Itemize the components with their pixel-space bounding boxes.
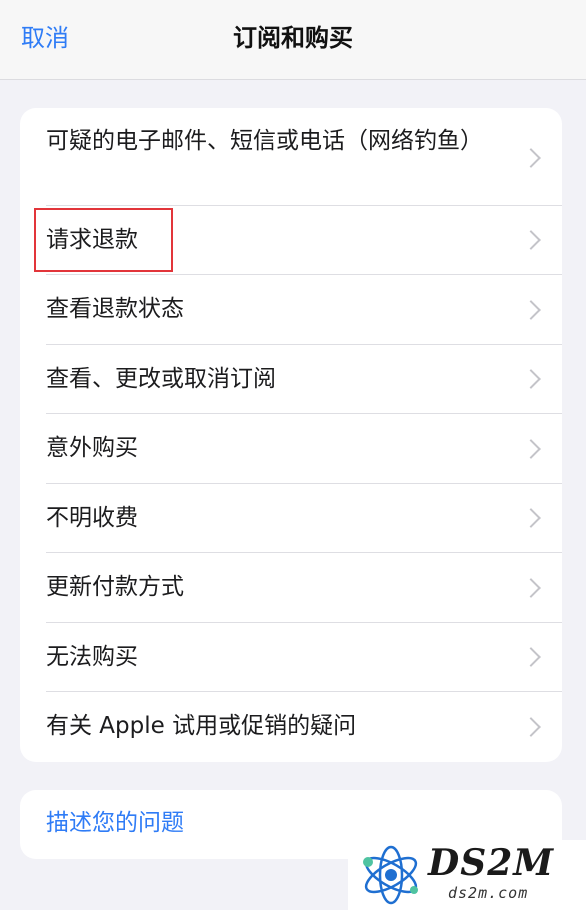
watermark-brand: DS2M xyxy=(428,842,555,884)
describe-issue-link[interactable]: 描述您的问题 xyxy=(46,807,184,840)
list-item-refund-status[interactable]: 查看退款状态 xyxy=(20,275,562,345)
list-item-label: 查看、更改或取消订阅 xyxy=(46,366,276,392)
list-item-update-payment[interactable]: 更新付款方式 xyxy=(20,553,562,623)
list-item-label: 不明收费 xyxy=(46,505,138,531)
chevron-right-icon xyxy=(521,148,541,168)
chevron-right-icon xyxy=(521,508,541,528)
list-item-trial-promo[interactable]: 有关 Apple 试用或促销的疑问 xyxy=(20,692,562,762)
list-item-accidental-purchase[interactable]: 意外购买 xyxy=(20,414,562,484)
chevron-right-icon xyxy=(521,230,541,250)
page-title: 订阅和购买 xyxy=(233,24,353,52)
chevron-right-icon xyxy=(521,439,541,459)
watermark: DS2M ds2m.com xyxy=(348,840,586,910)
chevron-right-icon xyxy=(521,300,541,320)
options-list: 可疑的电子邮件、短信或电话（网络钓鱼） 请求退款 查看退款状态 查看、更改或取消… xyxy=(20,108,562,762)
list-item-manage-subscriptions[interactable]: 查看、更改或取消订阅 xyxy=(20,345,562,414)
list-item-label: 无法购买 xyxy=(46,644,138,670)
list-item-request-refund[interactable]: 请求退款 xyxy=(20,206,562,275)
chevron-right-icon xyxy=(521,369,541,389)
navigation-bar: 取消 订阅和购买 xyxy=(0,0,586,80)
chevron-right-icon xyxy=(521,717,541,737)
chevron-right-icon xyxy=(521,647,541,667)
list-item-cannot-purchase[interactable]: 无法购买 xyxy=(20,623,562,692)
chevron-right-icon xyxy=(521,578,541,598)
list-item-label: 更新付款方式 xyxy=(46,574,184,600)
list-item-label: 查看退款状态 xyxy=(46,296,184,322)
list-item-label: 有关 Apple 试用或促销的疑问 xyxy=(46,713,357,739)
list-item-label: 可疑的电子邮件、短信或电话（网络钓鱼） xyxy=(46,128,483,154)
list-item-unknown-charge[interactable]: 不明收费 xyxy=(20,484,562,553)
list-item-label: 意外购买 xyxy=(46,435,138,461)
list-item-label: 请求退款 xyxy=(46,227,138,253)
watermark-site: ds2m.com xyxy=(448,884,529,902)
atom-logo-icon xyxy=(363,845,418,905)
list-item-phishing[interactable]: 可疑的电子邮件、短信或电话（网络钓鱼） xyxy=(20,108,562,206)
